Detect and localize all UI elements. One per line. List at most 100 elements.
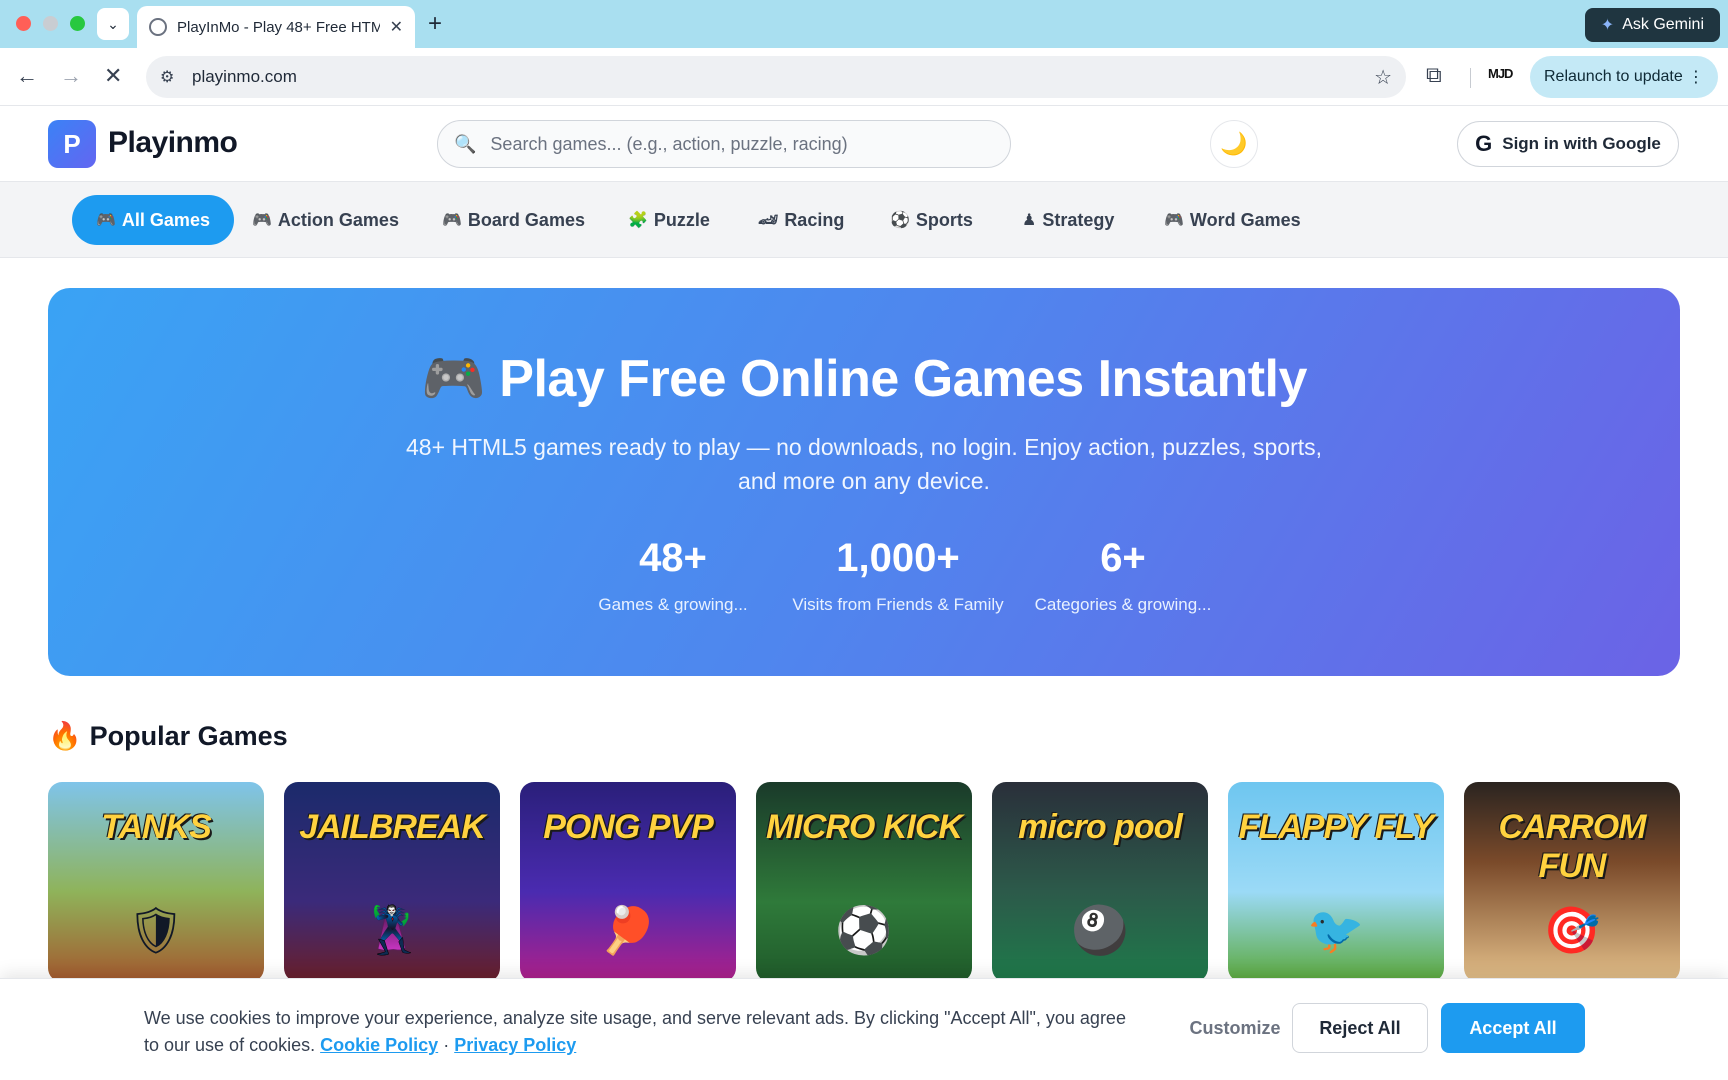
game-card-title: PONG PVP	[543, 808, 714, 846]
gamepad-icon: 🎮	[252, 212, 272, 229]
fire-icon: 🔥	[48, 721, 82, 751]
game-card-micro-pool[interactable]: micro pool 🎱	[992, 782, 1208, 982]
category-action-games[interactable]: 🎮 Action Games	[252, 195, 399, 245]
category-word-games[interactable]: 🎮 Word Games	[1164, 195, 1301, 245]
close-window-button[interactable]	[16, 16, 31, 31]
category-board-games[interactable]: 🎮 Board Games	[442, 195, 585, 245]
tab-title: PlayInMo - Play 48+ Free HTML5 Games	[177, 18, 380, 36]
ask-gemini-label: Ask Gemini	[1622, 16, 1704, 33]
section-title-text: Popular Games	[89, 720, 288, 751]
paddle-icon: 🏓	[599, 904, 657, 956]
gamepad-icon: 🎮	[1164, 212, 1184, 229]
category-label: All Games	[121, 209, 210, 230]
game-card-title: micro pool	[1018, 808, 1183, 846]
site-header: P Playinmo 🔍 🌙 G Sign in with Google	[0, 106, 1728, 182]
link-separator: ·	[443, 1035, 450, 1055]
chevron-down-icon: ⌄	[107, 15, 119, 32]
category-strategy[interactable]: ♟ Strategy	[1022, 195, 1114, 245]
game-card-jailbreak[interactable]: JAILBREAK 🦹	[284, 782, 500, 982]
soccer-ball-icon: ⚽	[890, 212, 910, 229]
google-icon: G	[1475, 131, 1493, 156]
game-card-title: JAILBREAK	[299, 808, 486, 846]
extensions-puzzle-icon[interactable]: ⧉	[1426, 62, 1442, 88]
category-label: Racing	[784, 209, 845, 230]
category-sports[interactable]: ⚽ Sports	[890, 195, 973, 245]
category-label: Word Games	[1189, 209, 1301, 230]
cookie-banner: We use cookies to improve your experienc…	[0, 978, 1728, 1080]
theme-toggle-button[interactable]: 🌙	[1210, 120, 1258, 168]
stat-value: 6+	[1100, 536, 1146, 580]
stop-loading-icon[interactable]: ✕	[104, 62, 122, 90]
billiard-ball-icon: 🎱	[1071, 904, 1129, 956]
game-card-pong-pvp[interactable]: PONG PVP 🏓	[520, 782, 736, 982]
category-all-games[interactable]: 🎮 All Games	[72, 195, 234, 245]
chess-pawn-icon: ♟	[1022, 212, 1037, 229]
stat-label: Categories & growing...	[1034, 595, 1212, 614]
accept-all-button[interactable]: Accept All	[1441, 1003, 1585, 1053]
cookie-text: We use cookies to improve your experienc…	[144, 1008, 1126, 1055]
relaunch-update-button[interactable]: Relaunch to update ⋮	[1530, 56, 1718, 98]
category-label: Strategy	[1042, 209, 1115, 230]
tab-search-button[interactable]: ⌄	[97, 8, 129, 40]
cookie-policy-link[interactable]: Cookie Policy	[320, 1035, 438, 1055]
game-card-carrom-fun[interactable]: CARROM FUN 🎯	[1464, 782, 1680, 982]
game-card-tanks[interactable]: TANKS 🛡	[48, 782, 264, 982]
forward-arrow-icon[interactable]: →	[60, 62, 82, 90]
browser-tab-active[interactable]: PlayInMo - Play 48+ Free HTML5 Games ✕	[137, 6, 415, 48]
sign-in-label: Sign in with Google	[1502, 134, 1661, 153]
browser-tabstrip: ⌄ PlayInMo - Play 48+ Free HTML5 Games ✕…	[0, 0, 1728, 48]
game-card-title: FLAPPY FLY	[1238, 808, 1435, 846]
gamepad-icon: 🎮	[442, 212, 462, 229]
gamepad-icon: 🎮	[421, 350, 486, 408]
game-card-flappy-fly[interactable]: FLAPPY FLY 🐦	[1228, 782, 1444, 982]
popular-games-grid: TANKS 🛡 JAILBREAK 🦹 PONG PVP 🏓 MICRO KIC…	[48, 782, 1680, 982]
hero-banner: 🎮 Play Free Online Games Instantly 48+ H…	[48, 288, 1680, 676]
category-puzzle[interactable]: 🧩 Puzzle	[628, 195, 710, 245]
search-bar[interactable]: 🔍	[437, 120, 1011, 168]
maximize-window-button[interactable]	[70, 16, 85, 31]
gamepad-icon: 🎮	[96, 212, 116, 229]
game-card-title: MICRO KICK	[766, 808, 963, 846]
soccer-ball-icon: ⚽	[835, 904, 893, 956]
customize-button[interactable]: Customize	[1170, 1003, 1300, 1053]
hero-subtitle: 48+ HTML5 games ready to play — no downl…	[405, 434, 1323, 494]
bookmark-star-icon[interactable]: ☆	[1374, 65, 1392, 90]
sign-in-google-button[interactable]: G Sign in with Google	[1457, 121, 1679, 167]
url-text[interactable]: playinmo.com	[192, 67, 1374, 87]
cookie-message: We use cookies to improve your experienc…	[144, 1005, 1134, 1059]
extension-badge-icon[interactable]: MJD	[1488, 66, 1513, 81]
category-label: Puzzle	[653, 209, 710, 230]
back-arrow-icon[interactable]: ←	[16, 62, 38, 90]
category-label: Board Games	[467, 209, 585, 230]
game-card-title: TANKS	[101, 808, 212, 846]
hero-title: 🎮 Play Free Online Games Instantly	[48, 348, 1680, 409]
reject-all-button[interactable]: Reject All	[1292, 1003, 1428, 1053]
target-icon: 🎯	[1543, 904, 1601, 956]
address-bar[interactable]: ⚙ playinmo.com ☆	[146, 56, 1406, 98]
hero-title-text: Play Free Online Games Instantly	[499, 350, 1307, 408]
logo-text[interactable]: Playinmo	[108, 126, 238, 160]
close-tab-icon[interactable]: ✕	[390, 17, 403, 37]
search-input[interactable]	[490, 133, 994, 155]
new-tab-button[interactable]: +	[428, 10, 442, 38]
tank-icon: 🛡	[126, 904, 186, 956]
logo-icon[interactable]: P	[48, 120, 96, 168]
minimize-window-button[interactable]	[43, 16, 58, 31]
site-info-icon[interactable]: ⚙	[160, 67, 192, 87]
privacy-policy-link[interactable]: Privacy Policy	[454, 1035, 576, 1055]
moon-icon: 🌙	[1220, 131, 1248, 156]
search-icon: 🔍	[454, 133, 477, 154]
game-card-micro-kick[interactable]: MICRO KICK ⚽	[756, 782, 972, 982]
stat-categories: 6+ Categories & growing...	[988, 536, 1258, 615]
toolbar-divider	[1470, 68, 1471, 88]
site-favicon-icon	[149, 18, 167, 36]
bird-icon: 🐦	[1307, 904, 1365, 956]
kebab-menu-icon[interactable]: ⋮	[1688, 67, 1704, 87]
category-label: Action Games	[277, 209, 399, 230]
robber-icon: 🦹	[363, 904, 421, 956]
race-car-icon: 🏎	[758, 212, 779, 229]
category-racing[interactable]: 🏎 Racing	[758, 195, 844, 245]
ask-gemini-button[interactable]: ✦ Ask Gemini	[1584, 8, 1720, 42]
category-nav: 🎮 All Games 🎮 Action Games 🎮 Board Games…	[0, 182, 1728, 258]
puzzle-piece-icon: 🧩	[628, 212, 648, 229]
